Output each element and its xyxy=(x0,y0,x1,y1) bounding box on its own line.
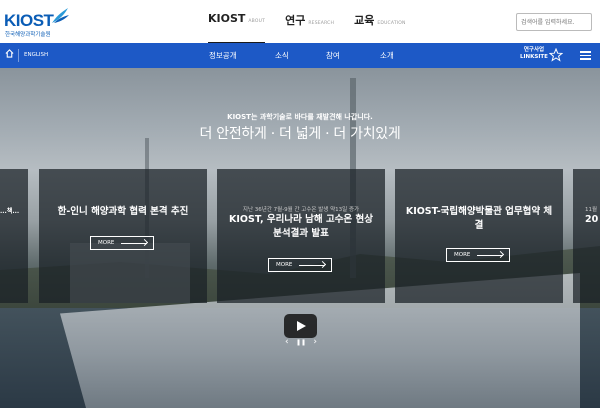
news-card-title: KIOST-국립해양박물관 업무협약 체결 xyxy=(405,206,553,231)
main-menu-sub: ABOUT xyxy=(248,19,266,24)
kiost-logo[interactable]: KIOST 한국해양과학기술원 xyxy=(4,5,74,39)
news-card-title: 20 xyxy=(585,214,599,225)
prev-arrow-icon[interactable]: ‹ xyxy=(285,337,289,347)
main-menu-label: 교육 xyxy=(354,14,375,27)
nav-item-info[interactable]: 정보공개 xyxy=(209,50,237,61)
site-header: KIOST 한국해양과학기술원 KIOST ABOUT 연구 RESEARCH … xyxy=(0,0,600,44)
logo-subtitle: 한국해양과학기술원 xyxy=(5,32,51,38)
main-menu-kiost[interactable]: KIOST ABOUT xyxy=(208,12,266,44)
linksite-button[interactable]: 연구사업 LINKSITE xyxy=(520,47,548,61)
star-icon[interactable] xyxy=(549,48,563,62)
more-button[interactable]: MORE xyxy=(446,248,510,262)
pause-icon[interactable]: ❚❚ xyxy=(296,339,306,346)
hamburger-menu-icon[interactable] xyxy=(580,49,591,61)
news-card-title: ...책... xyxy=(0,208,20,215)
news-card[interactable]: KIOST-국립해양박물관 업무협약 체결 MORE xyxy=(395,169,563,303)
news-card-title: KIOST, 우리나라 남해 고수온 현상 분석결과 발표 xyxy=(229,214,373,239)
nav-item-participate[interactable]: 참여 xyxy=(326,50,340,61)
news-card-small: 11월 xyxy=(585,207,598,213)
more-button[interactable]: MORE xyxy=(268,258,332,272)
main-menu-label: KIOST xyxy=(208,12,246,25)
main-menu-sub: RESEARCH xyxy=(308,21,335,26)
news-card[interactable]: 지난 36년간 7월-9월 간 고수온 발생 약13일 증가 KIOST, 우리… xyxy=(217,169,385,303)
news-card-title: 한-인니 해양과학 협력 본격 추진 xyxy=(57,206,189,217)
search-input[interactable] xyxy=(516,13,592,31)
linksite-line2: LINKSITE xyxy=(520,54,548,60)
hero-slogan: 더 안전하게 · 더 넓게 · 더 가치있게 xyxy=(199,126,401,142)
hero-tagline: KIOST는 과학기술로 바다를 재발견해 나갑니다. xyxy=(227,113,373,121)
play-icon[interactable] xyxy=(284,314,317,338)
english-link[interactable]: ENGLISH xyxy=(18,49,53,62)
main-menu-label: 연구 xyxy=(285,14,306,27)
next-arrow-icon[interactable]: › xyxy=(313,337,317,347)
logo-text: KIOST xyxy=(4,11,54,30)
main-menu-research[interactable]: 연구 RESEARCH xyxy=(285,12,334,34)
nav-item-news[interactable]: 소식 xyxy=(275,50,289,61)
news-card[interactable]: 한-인니 해양과학 협력 본격 추진 MORE xyxy=(39,169,207,303)
main-menu-education[interactable]: 교육 EDUCATION xyxy=(354,12,406,34)
nav-item-about[interactable]: 소개 xyxy=(380,50,394,61)
hero-section: KIOST는 과학기술로 바다를 재발견해 나갑니다. 더 안전하게 · 더 넓… xyxy=(0,68,600,408)
logo-wing-icon xyxy=(52,8,69,23)
news-card[interactable]: ...책... xyxy=(0,169,28,303)
linksite-line1: 연구사업 xyxy=(523,47,545,53)
main-menu: KIOST ABOUT 연구 RESEARCH 교육 EDUCATION xyxy=(208,12,406,44)
more-button[interactable]: MORE xyxy=(90,236,154,250)
news-card-small: 지난 36년간 7월-9월 간 고수온 발생 약13일 증가 xyxy=(242,207,360,213)
news-card[interactable]: 11월 20 xyxy=(573,169,600,303)
slider-controls: ‹ ❚❚ › xyxy=(285,337,317,347)
navbar: ENGLISH 정보공개 소식 참여 소개 연구사업 LINKSITE xyxy=(0,43,600,68)
home-icon[interactable] xyxy=(3,49,16,62)
main-menu-sub: EDUCATION xyxy=(377,21,406,26)
